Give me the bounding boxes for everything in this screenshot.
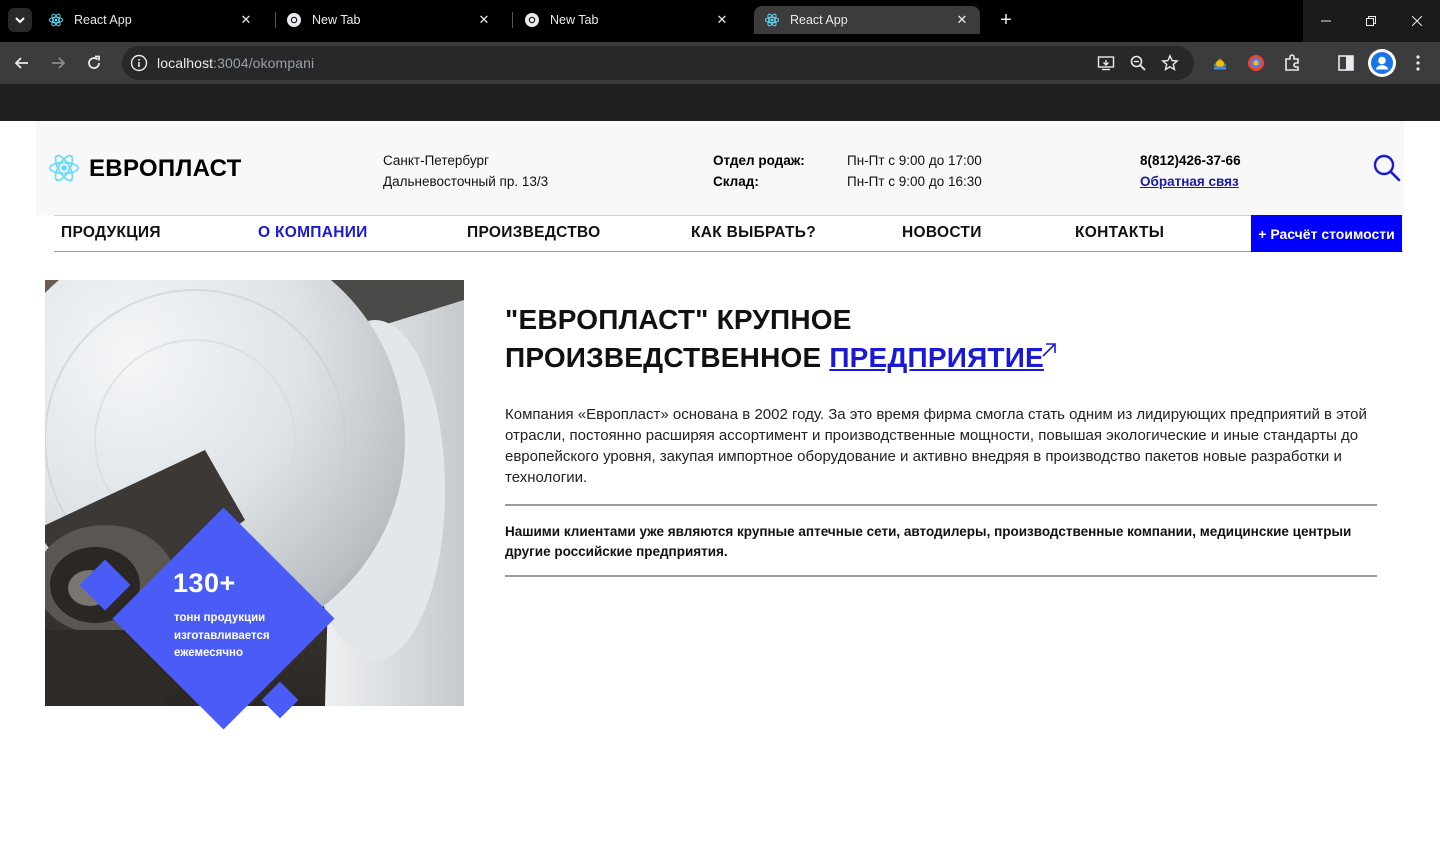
- browser-tab[interactable]: New Tab ✕: [276, 6, 502, 34]
- search-icon[interactable]: [1372, 153, 1402, 183]
- info-icon[interactable]: [130, 54, 148, 72]
- reload-icon[interactable]: [82, 51, 106, 75]
- feedback-link[interactable]: Обратная связ: [1140, 171, 1239, 192]
- address-city: Санкт-Петербург: [383, 153, 489, 168]
- heading-text: ПРОИЗВЕДСТВЕННОЕ: [505, 342, 830, 373]
- url-path: :3004/okompani: [213, 55, 315, 71]
- react-logo-icon[interactable]: [48, 152, 80, 184]
- heading-line: "ЕВРОПЛАСТ" КРУПНОЕ: [505, 304, 852, 335]
- minimize-icon[interactable]: [1303, 0, 1349, 42]
- heading-link[interactable]: ПРЕДПРИЯТИЕ: [829, 342, 1044, 373]
- hours-values: Пн-Пт с 9:00 до 17:00 Пн-Пт с 9:00 до 16…: [847, 150, 982, 192]
- stat-caption-line: тонн продукции: [174, 612, 266, 624]
- clients-text: Нашими клиентами уже являются крупные ап…: [505, 524, 1352, 559]
- sales-hours: Пн-Пт с 9:00 до 17:00: [847, 153, 982, 168]
- react-icon: [48, 12, 64, 28]
- stat-caption: тонн продукции изготавливается ежемесячн…: [174, 610, 314, 663]
- page-content: ЕВРОПЛАСТ Санкт-Петербург Дальневосточны…: [0, 121, 1440, 860]
- bookmarks-bar: [0, 84, 1440, 121]
- tab-search-button[interactable]: [8, 8, 32, 32]
- nav-item-news[interactable]: НОВОСТИ: [902, 224, 982, 242]
- stat-caption-line: ежемесячно: [174, 647, 243, 659]
- divider: [505, 504, 1377, 506]
- bookmark-star-icon[interactable]: [1161, 54, 1179, 72]
- main-nav: ПРОДУКЦИЯ О КОМПАНИИ ПРОИЗВЕДСТВО КАК ВЫ…: [54, 215, 1403, 252]
- sales-label: Отдел родаж:: [713, 153, 805, 168]
- nav-item-production[interactable]: ПРОИЗВЕДСТВО: [467, 224, 601, 242]
- nav-item-how-to-choose[interactable]: КАК ВЫБРАТЬ?: [691, 224, 816, 242]
- tab-title: New Tab: [312, 13, 361, 27]
- profile-avatar-icon[interactable]: [1368, 49, 1396, 77]
- close-icon[interactable]: ✕: [476, 12, 492, 28]
- divider: [505, 575, 1377, 577]
- close-icon[interactable]: ✕: [714, 12, 730, 28]
- extension-icon[interactable]: [1244, 51, 1268, 75]
- install-app-icon[interactable]: [1097, 54, 1115, 72]
- stat-caption-line: изготавливается: [174, 629, 270, 642]
- restore-icon[interactable]: [1348, 0, 1394, 42]
- extensions-puzzle-icon[interactable]: [1280, 51, 1304, 75]
- chevron-down-icon: [15, 17, 25, 24]
- calculate-cost-button[interactable]: + Расчёт стоимости: [1251, 215, 1402, 252]
- browser-toolbar: localhost:3004/okompani: [0, 42, 1440, 84]
- url-host: localhost: [157, 55, 214, 71]
- phone-number[interactable]: 8(812)426-37-66: [1140, 150, 1241, 171]
- nav-item-about[interactable]: О КОМПАНИИ: [258, 224, 368, 242]
- logo-text[interactable]: ЕВРОПЛАСТ: [89, 155, 242, 183]
- about-paragraph: Компания «Европласт» основана в 2002 год…: [505, 406, 1367, 486]
- url-text[interactable]: localhost:3004/okompani: [157, 55, 314, 71]
- back-arrow-icon[interactable]: [10, 51, 34, 75]
- site-header: ЕВРОПЛАСТ Санкт-Петербург Дальневосточны…: [36, 121, 1404, 215]
- address-bar[interactable]: localhost:3004/okompani: [122, 46, 1194, 80]
- about-heading: "ЕВРОПЛАСТ" КРУПНОЕ ПРОИЗВЕДСТВЕННОЕ ПРЕ…: [505, 301, 1044, 377]
- tab-separator: [512, 12, 513, 28]
- extension-icon[interactable]: [1208, 51, 1232, 75]
- tab-title: React App: [74, 13, 132, 27]
- heading-line: ПРОИЗВЕДСТВЕННОЕ ПРЕДПРИЯТИЕ: [505, 339, 1044, 377]
- side-panel-icon[interactable]: [1334, 51, 1358, 75]
- browser-tab-active[interactable]: React App ✕: [754, 6, 980, 34]
- chrome-icon: [524, 12, 540, 28]
- close-icon[interactable]: ✕: [954, 12, 970, 28]
- zoom-icon[interactable]: [1129, 54, 1147, 72]
- external-arrow-icon[interactable]: [1040, 341, 1058, 359]
- stat-number: 130+: [173, 568, 236, 598]
- address-street: Дальневосточный пр. 13/3: [383, 174, 549, 189]
- forward-arrow-icon[interactable]: [46, 51, 70, 75]
- address-block: Санкт-Петербург Дальневосточный пр. 13/3: [383, 150, 548, 192]
- chrome-icon: [286, 12, 302, 28]
- warehouse-label: Склад:: [713, 174, 759, 189]
- tab-title: React App: [790, 13, 848, 27]
- nav-item-products[interactable]: ПРОДУКЦИЯ: [61, 224, 161, 242]
- close-icon[interactable]: ✕: [238, 12, 254, 28]
- warehouse-hours: Пн-Пт с 9:00 до 16:30: [847, 174, 982, 189]
- nav-item-contacts[interactable]: КОНТАКТЫ: [1075, 224, 1164, 242]
- browser-tab[interactable]: React App ✕: [38, 6, 264, 34]
- browser-tab-strip: React App ✕ New Tab ✕ New Tab ✕ React Ap…: [0, 0, 1440, 42]
- kebab-menu-icon[interactable]: [1406, 51, 1430, 75]
- browser-tab[interactable]: New Tab ✕: [514, 6, 740, 34]
- new-tab-button[interactable]: +: [994, 8, 1018, 32]
- hours-labels: Отдел родаж: Склад:: [713, 150, 805, 192]
- close-window-icon[interactable]: [1394, 0, 1440, 42]
- react-icon: [764, 12, 780, 28]
- tab-title: New Tab: [550, 13, 599, 27]
